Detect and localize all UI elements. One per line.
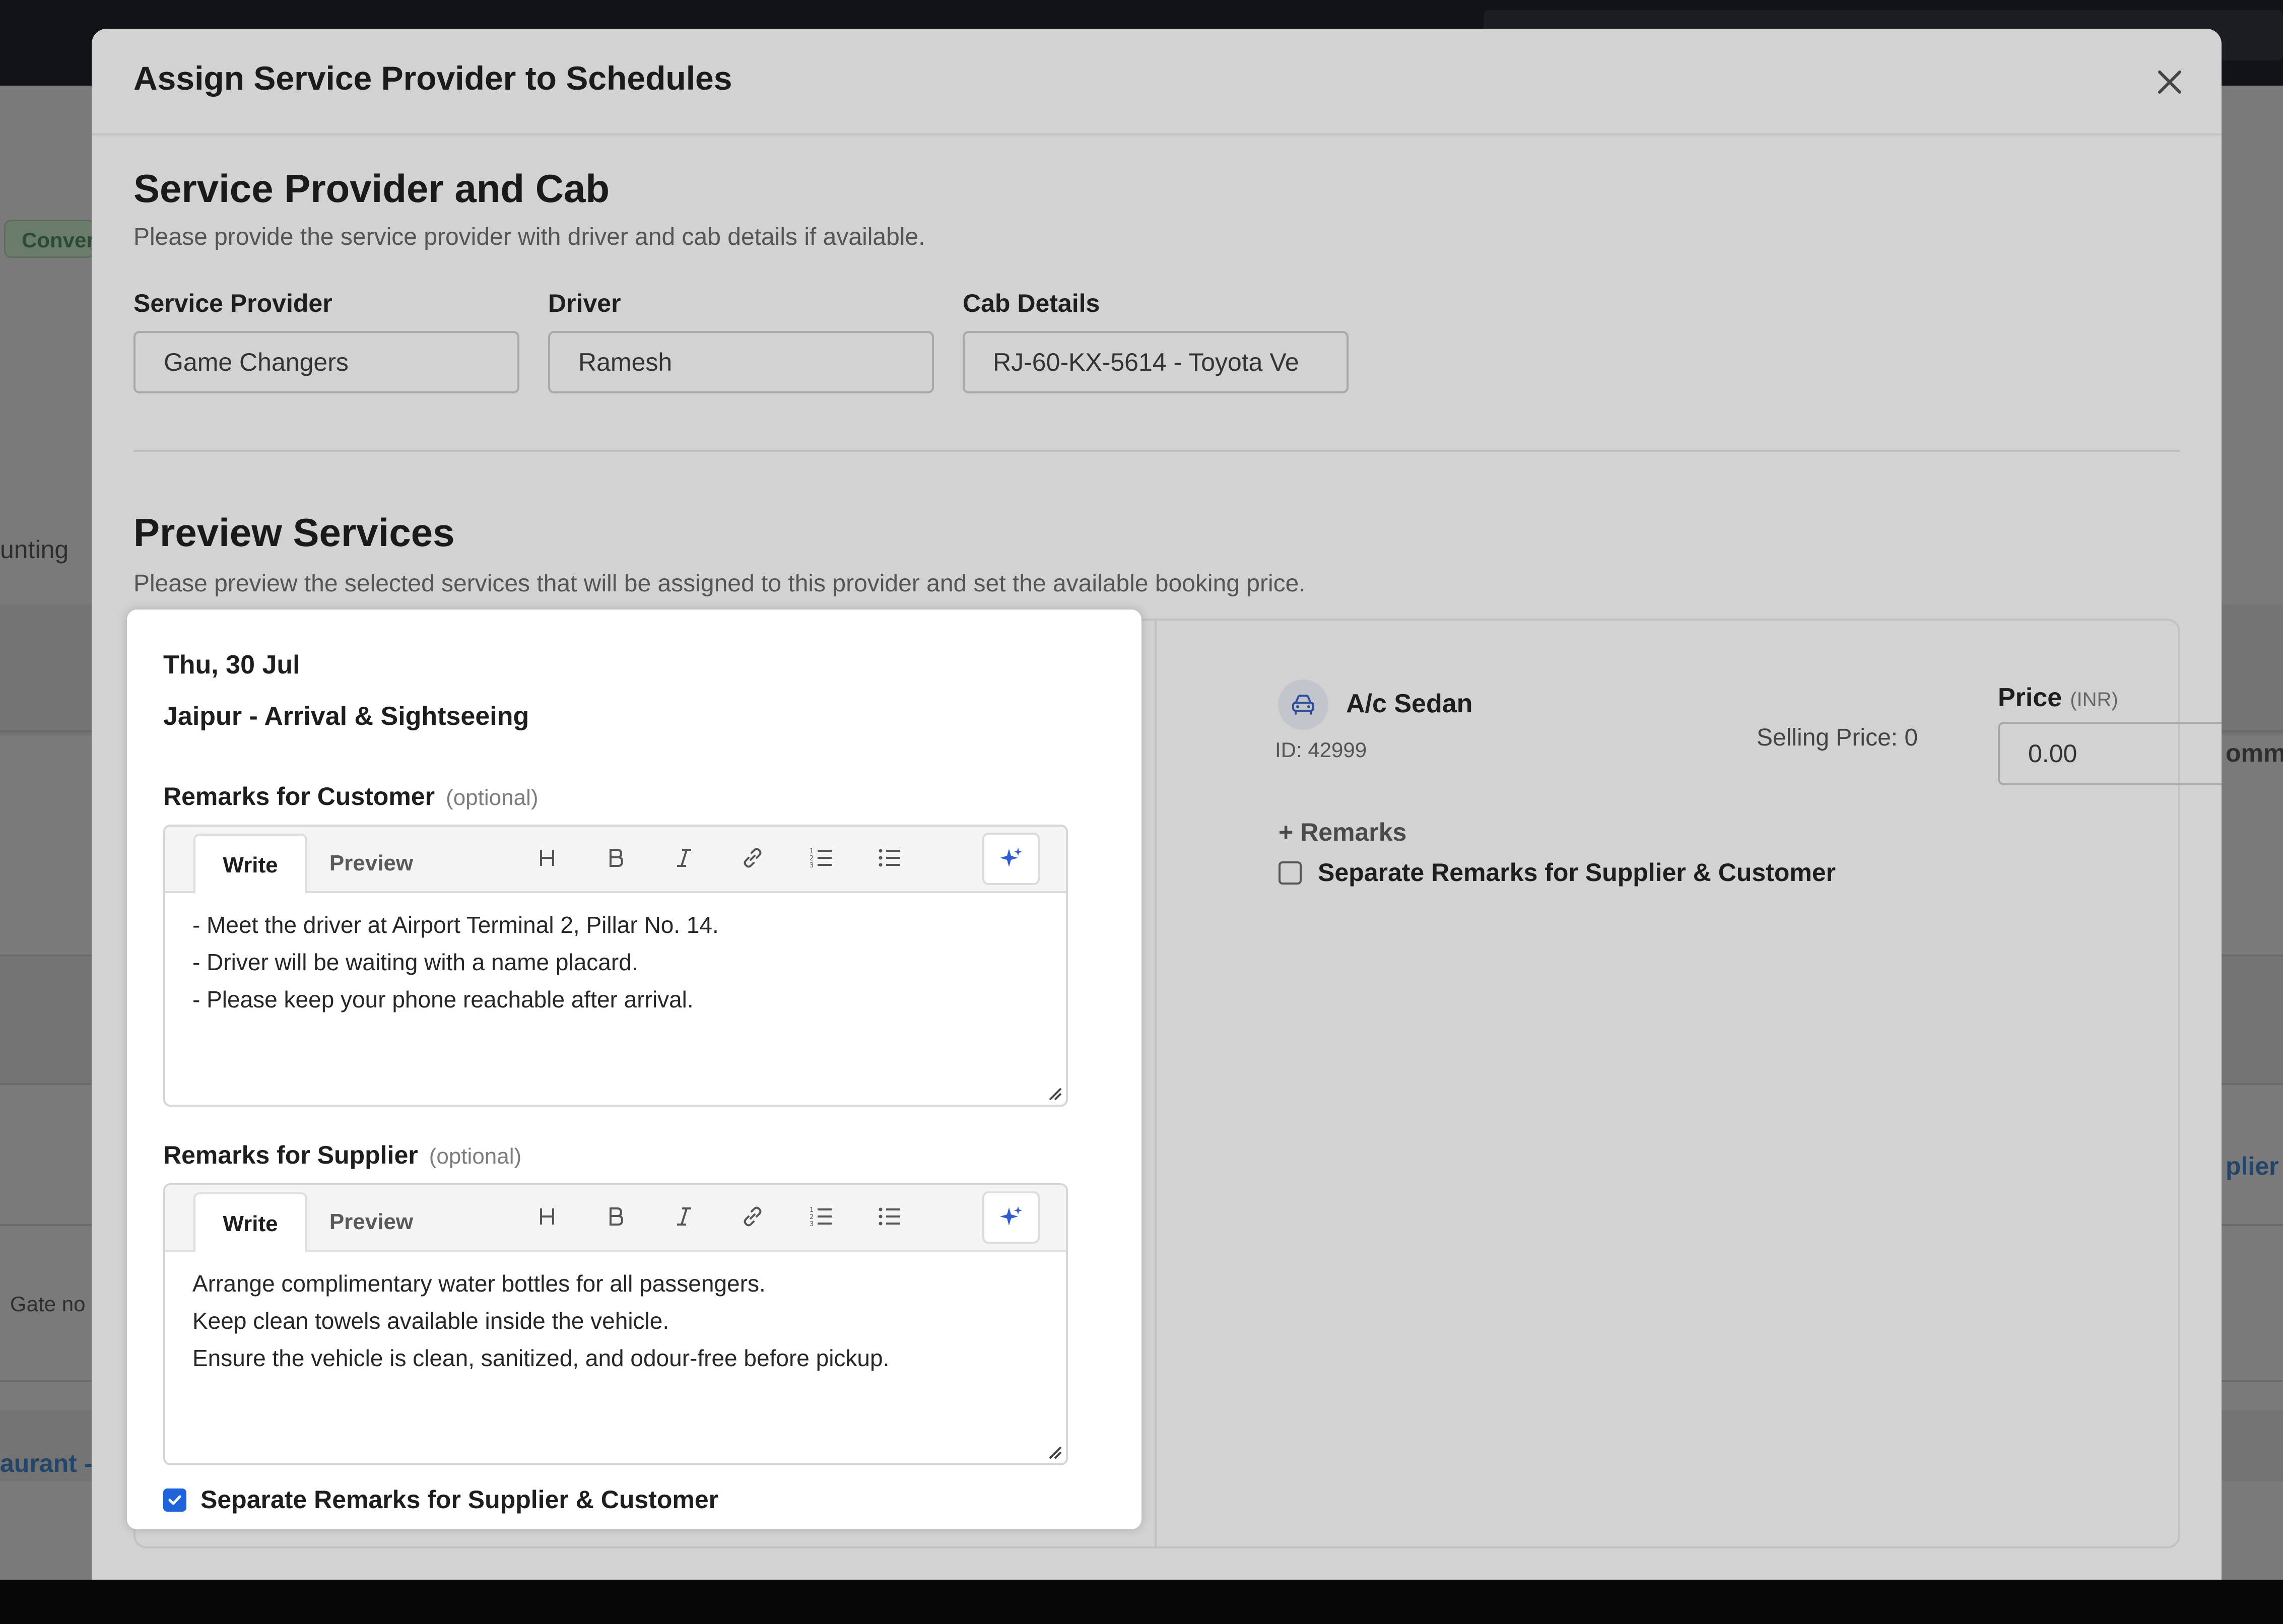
ai-sparkle-icon[interactable] xyxy=(982,1191,1040,1244)
preview-section-title: Preview Services xyxy=(133,510,455,555)
separate-remarks-checkbox[interactable] xyxy=(163,1488,186,1512)
service-provider-field[interactable]: Game Changers xyxy=(133,331,519,393)
service-id: ID: 42999 xyxy=(1275,738,1367,762)
cab-details-field[interactable]: RJ-60-KX-5614 - Toyota Ve xyxy=(963,331,1349,393)
editor-toolbar: Write Preview 123 xyxy=(165,1185,1066,1252)
svg-text:1: 1 xyxy=(810,848,814,855)
supplier-remarks-label: Remarks for Supplier (optional) xyxy=(163,1140,521,1170)
customer-remarks-text[interactable]: - Meet the driver at Airport Terminal 2,… xyxy=(192,906,719,1018)
ai-sparkle-icon[interactable] xyxy=(982,833,1040,885)
bold-icon[interactable] xyxy=(597,1198,634,1235)
svg-text:1: 1 xyxy=(810,1206,814,1214)
app-bottom-bar xyxy=(0,1580,2283,1624)
supplier-remarks-editor: Write Preview 123 Arrange complimentary … xyxy=(163,1183,1068,1465)
price-label-text: Price xyxy=(1998,683,2062,712)
customer-remarks-editor: Write Preview 123 - Meet the driver at A… xyxy=(163,825,1068,1107)
customer-remarks-label: Remarks for Customer (optional) xyxy=(163,782,539,811)
supplier-remarks-label-text: Remarks for Supplier xyxy=(163,1141,418,1169)
service-name: A/c Sedan xyxy=(1346,689,1473,718)
cab-details-label: Cab Details xyxy=(963,289,1100,317)
selling-price: Selling Price: 0 xyxy=(1757,724,1918,751)
tab-write[interactable]: Write xyxy=(193,1192,307,1252)
car-icon xyxy=(1278,680,1328,730)
preview-section-description: Please preview the selected services tha… xyxy=(133,570,1306,597)
app-status-badge: Conver xyxy=(4,220,95,258)
modal-title: Assign Service Provider to Schedules xyxy=(133,59,732,97)
customer-remarks-optional: (optional) xyxy=(446,785,539,810)
price-unit: (INR) xyxy=(2070,689,2118,711)
italic-icon[interactable] xyxy=(666,840,702,876)
app-side-link: aurant - xyxy=(0,1449,93,1477)
heading-icon[interactable] xyxy=(529,840,565,876)
link-icon[interactable] xyxy=(734,840,771,876)
provider-section-title: Service Provider and Cab xyxy=(133,166,610,211)
tab-preview[interactable]: Preview xyxy=(314,1192,428,1252)
resize-handle-icon[interactable] xyxy=(1046,1085,1063,1102)
schedule-title: Jaipur - Arrival & Sightseeing xyxy=(163,702,529,731)
service-provider-label: Service Provider xyxy=(133,289,332,317)
separate-remarks-label: Separate Remarks for Supplier & Customer xyxy=(200,1485,719,1514)
price-label: Price (INR) xyxy=(1998,683,2118,713)
svg-text:3: 3 xyxy=(810,1221,814,1228)
bullet-list-icon[interactable] xyxy=(871,840,908,876)
heading-icon[interactable] xyxy=(529,1198,565,1235)
svg-text:3: 3 xyxy=(810,862,814,869)
separate-remarks-label-service: Separate Remarks for Supplier & Customer xyxy=(1318,858,1836,887)
customer-remarks-label-text: Remarks for Customer xyxy=(163,782,435,810)
app-side-text: unting xyxy=(0,535,69,564)
ordered-list-icon[interactable]: 123 xyxy=(803,1198,839,1235)
modal-header: Assign Service Provider to Schedules xyxy=(92,29,2222,136)
close-icon[interactable] xyxy=(2150,62,2190,102)
add-remarks-button[interactable]: + Remarks xyxy=(1279,818,1406,847)
provider-section-description: Please provide the service provider with… xyxy=(133,224,925,250)
bold-icon[interactable] xyxy=(597,840,634,876)
italic-icon[interactable] xyxy=(666,1198,702,1235)
tab-preview[interactable]: Preview xyxy=(314,834,428,893)
section-divider xyxy=(133,450,2180,452)
supplier-remarks-text[interactable]: Arrange complimentary water bottles for … xyxy=(192,1265,889,1377)
separate-remarks-checkbox-service[interactable] xyxy=(1279,861,1302,885)
driver-label: Driver xyxy=(548,289,621,317)
supplier-remarks-optional: (optional) xyxy=(429,1144,522,1169)
link-icon[interactable] xyxy=(734,1198,771,1235)
svg-text:2: 2 xyxy=(810,1213,814,1221)
app-side-text: Gate no xyxy=(10,1292,86,1316)
editor-toolbar: Write Preview 123 xyxy=(165,827,1066,893)
app-right-text: omme xyxy=(2226,739,2283,767)
tab-write[interactable]: Write xyxy=(193,834,307,893)
driver-field[interactable]: Ramesh xyxy=(548,331,934,393)
bullet-list-icon[interactable] xyxy=(871,1198,908,1235)
resize-handle-icon[interactable] xyxy=(1046,1443,1063,1460)
price-input[interactable]: 0.00 xyxy=(1998,722,2222,785)
checkmark-icon xyxy=(168,1495,181,1505)
svg-text:2: 2 xyxy=(810,855,814,862)
app-right-link: plier xyxy=(2226,1152,2279,1180)
ordered-list-icon[interactable]: 123 xyxy=(803,840,839,876)
schedule-date: Thu, 30 Jul xyxy=(163,650,300,680)
